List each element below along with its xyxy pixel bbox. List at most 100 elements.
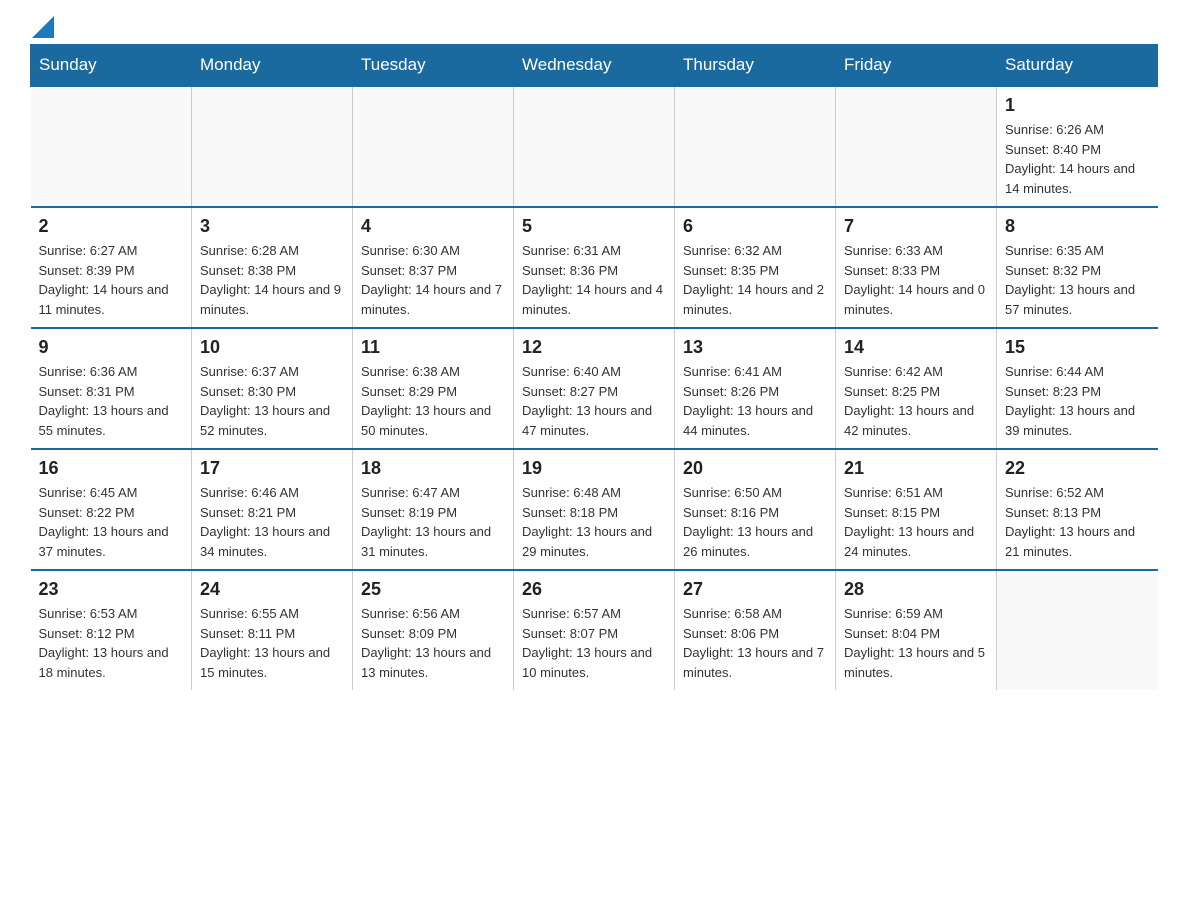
calendar-day-cell: 24Sunrise: 6:55 AMSunset: 8:11 PMDayligh… [192,570,353,690]
calendar-day-cell: 21Sunrise: 6:51 AMSunset: 8:15 PMDayligh… [836,449,997,570]
daylight-text: Daylight: 13 hours and 29 minutes. [522,524,652,559]
day-info: Sunrise: 6:50 AMSunset: 8:16 PMDaylight:… [683,483,827,561]
sunset-text: Sunset: 8:33 PM [844,263,940,278]
sunset-text: Sunset: 8:32 PM [1005,263,1101,278]
calendar-day-cell: 13 Sunrise: 6:41 AM Sunset: 8:26 PM Dayligh… [675,328,836,449]
day-info: Sunrise: 6:40 AMSunset: 8:27 PMDaylight:… [522,362,666,440]
sunset-text: Sunset: 8:21 PM [200,505,296,520]
day-number: 9 [39,337,184,358]
sunrise-text: Sunrise: 6:41 AM [683,364,782,379]
sunset-text: Sunset: 8:38 PM [200,263,296,278]
sunset-text: Sunset: 8:26 PM [683,384,779,399]
sunrise-text: Sunrise: 6:30 AM [361,243,460,258]
calendar-header-row: SundayMondayTuesdayWednesdayThursdayFrid… [31,45,1158,87]
sunrise-text: Sunrise: 6:59 AM [844,606,943,621]
day-number: 11 [361,337,505,358]
sunrise-text: Sunrise: 6:46 AM [200,485,299,500]
sunrise-text: Sunrise: 6:51 AM [844,485,943,500]
daylight-text: Daylight: 14 hours and 7 minutes. [361,282,502,317]
sunset-text: Sunset: 8:07 PM [522,626,618,641]
daylight-text: Daylight: 13 hours and 10 minutes. [522,645,652,680]
calendar-day-cell: 23Sunrise: 6:53 AMSunset: 8:12 PMDayligh… [31,570,192,690]
daylight-text: Daylight: 13 hours and 15 minutes. [200,645,330,680]
sunset-text: Sunset: 8:19 PM [361,505,457,520]
calendar-day-cell: 10Sunrise: 6:37 AMSunset: 8:30 PMDayligh… [192,328,353,449]
day-number: 16 [39,458,184,479]
daylight-text: Daylight: 14 hours and 14 minutes. [1005,161,1135,196]
calendar-day-cell [836,86,997,207]
calendar-table: SundayMondayTuesdayWednesdayThursdayFrid… [30,44,1158,690]
calendar-day-cell: 11Sunrise: 6:38 AMSunset: 8:29 PMDayligh… [353,328,514,449]
calendar-day-cell [31,86,192,207]
day-info: Sunrise: 6:28 AMSunset: 8:38 PMDaylight:… [200,241,344,319]
day-number: 26 [522,579,666,600]
sunset-text: Sunset: 8:15 PM [844,505,940,520]
sunrise-text: Sunrise: 6:42 AM [844,364,943,379]
day-number: 20 [683,458,827,479]
calendar-week-row: 9 Sunrise: 6:36 AM Sunset: 8:31 PM Daylight… [31,328,1158,449]
header-sunday: Sunday [31,45,192,87]
day-info: Sunrise: 6:59 AMSunset: 8:04 PMDaylight:… [844,604,988,682]
sunrise-text: Sunrise: 6:37 AM [200,364,299,379]
sunrise-text: Sunrise: 6:40 AM [522,364,621,379]
sunset-text: Sunset: 8:06 PM [683,626,779,641]
calendar-day-cell: 8Sunrise: 6:35 AMSunset: 8:32 PMDaylight… [997,207,1158,328]
day-number: 2 [39,216,184,237]
daylight-text: Daylight: 13 hours and 37 minutes. [39,524,169,559]
sunrise-text: Sunrise: 6:52 AM [1005,485,1104,500]
sunrise-text: Sunrise: 6:47 AM [361,485,460,500]
daylight-text: Daylight: 14 hours and 4 minutes. [522,282,663,317]
day-info: Sunrise: 6:41 AM Sunset: 8:26 PM Daylight:… [683,362,827,440]
calendar-day-cell: 28Sunrise: 6:59 AMSunset: 8:04 PMDayligh… [836,570,997,690]
sunset-text: Sunset: 8:13 PM [1005,505,1101,520]
day-number: 1 [1005,95,1150,116]
day-number: 24 [200,579,344,600]
calendar-day-cell [675,86,836,207]
calendar-day-cell: 16Sunrise: 6:45 AMSunset: 8:22 PMDayligh… [31,449,192,570]
day-number: 18 [361,458,505,479]
daylight-text: Daylight: 13 hours and 34 minutes. [200,524,330,559]
calendar-day-cell [192,86,353,207]
day-info: Sunrise: 6:46 AM Sunset: 8:21 PM Daylight:… [200,483,344,561]
day-info: Sunrise: 6:48 AMSunset: 8:18 PMDaylight:… [522,483,666,561]
calendar-day-cell: 22Sunrise: 6:52 AMSunset: 8:13 PMDayligh… [997,449,1158,570]
calendar-day-cell: 1 Sunrise: 6:26 AMSunset: 8:40 PMDaylight… [997,86,1158,207]
day-number: 7 [844,216,988,237]
sunrise-text: Sunrise: 6:31 AM [522,243,621,258]
day-info: Sunrise: 6:51 AMSunset: 8:15 PMDaylight:… [844,483,988,561]
sunset-text: Sunset: 8:18 PM [522,505,618,520]
header-tuesday: Tuesday [353,45,514,87]
calendar-day-cell: 9 Sunrise: 6:36 AM Sunset: 8:31 PM Daylight… [31,328,192,449]
sunrise-text: Sunrise: 6:44 AM [1005,364,1104,379]
calendar-day-cell: 12Sunrise: 6:40 AMSunset: 8:27 PMDayligh… [514,328,675,449]
day-number: 14 [844,337,988,358]
daylight-text: Daylight: 14 hours and 11 minutes. [39,282,169,317]
sunset-text: Sunset: 8:39 PM [39,263,135,278]
day-number: 23 [39,579,184,600]
day-info: Sunrise: 6:57 AM Sunset: 8:07 PM Daylight:… [522,604,666,682]
daylight-text: Daylight: 13 hours and 31 minutes. [361,524,491,559]
day-number: 3 [200,216,344,237]
day-info: Sunrise: 6:26 AMSunset: 8:40 PMDaylight:… [1005,120,1150,198]
calendar-day-cell: 5Sunrise: 6:31 AMSunset: 8:36 PMDaylight… [514,207,675,328]
sunrise-text: Sunrise: 6:36 AM [39,364,138,379]
calendar-day-cell: 15Sunrise: 6:44 AMSunset: 8:23 PMDayligh… [997,328,1158,449]
day-number: 13 [683,337,827,358]
sunrise-text: Sunrise: 6:57 AM [522,606,621,621]
sunrise-text: Sunrise: 6:27 AM [39,243,138,258]
sunset-text: Sunset: 8:31 PM [39,384,135,399]
daylight-text: Daylight: 13 hours and 50 minutes. [361,403,491,438]
sunset-text: Sunset: 8:23 PM [1005,384,1101,399]
daylight-text: Daylight: 13 hours and 39 minutes. [1005,403,1135,438]
sunset-text: Sunset: 8:35 PM [683,263,779,278]
daylight-text: Daylight: 13 hours and 55 minutes. [39,403,169,438]
sunrise-text: Sunrise: 6:55 AM [200,606,299,621]
calendar-week-row: 2 Sunrise: 6:27 AM Sunset: 8:39 PM Daylight… [31,207,1158,328]
sunrise-text: Sunrise: 6:50 AM [683,485,782,500]
daylight-text: Daylight: 13 hours and 44 minutes. [683,403,813,438]
calendar-day-cell: 18 Sunrise: 6:47 AM Sunset: 8:19 PM Dayligh… [353,449,514,570]
day-info: Sunrise: 6:32 AMSunset: 8:35 PMDaylight:… [683,241,827,319]
page-header [30,20,1158,34]
sunrise-text: Sunrise: 6:45 AM [39,485,138,500]
daylight-text: Daylight: 13 hours and 21 minutes. [1005,524,1135,559]
